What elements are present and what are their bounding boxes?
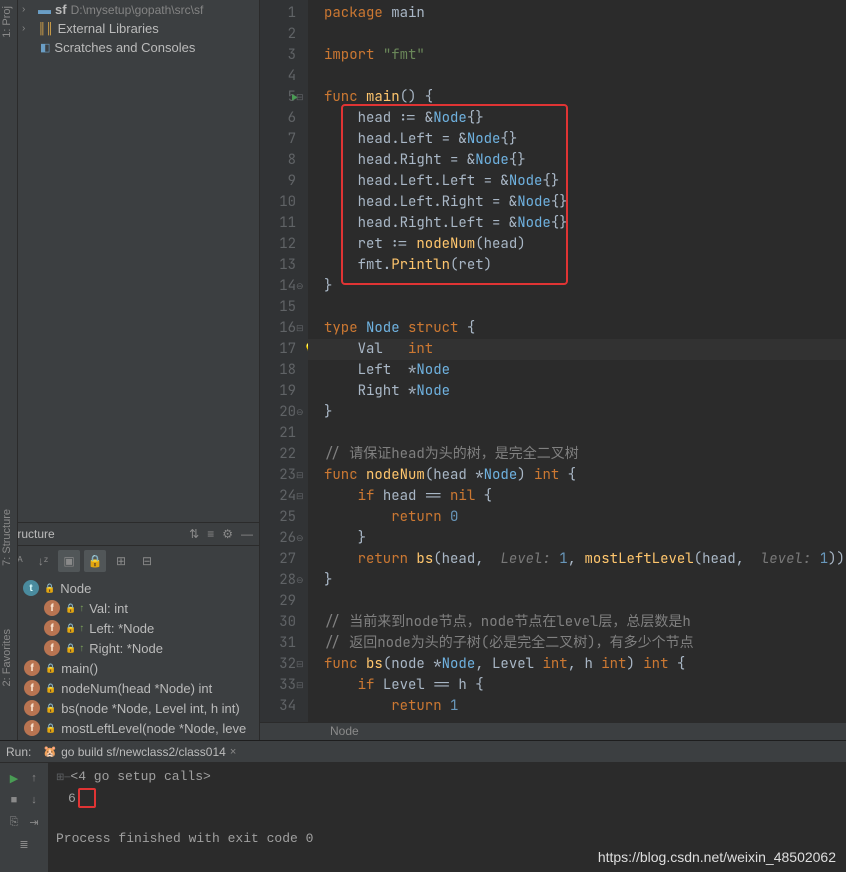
- libraries-icon: ║║: [38, 23, 54, 35]
- tab-favorites[interactable]: 2: Favorites: [0, 625, 14, 690]
- structure-item[interactable]: f🔒nodeNum(head *Node) int: [6, 678, 253, 698]
- minimize-icon[interactable]: —: [241, 527, 253, 541]
- collapse-button[interactable]: ⊟: [136, 550, 158, 572]
- structure-item[interactable]: f🔒↑Left: *Node: [6, 618, 253, 638]
- go-icon: 🐹: [43, 745, 57, 758]
- root-name: sf: [55, 2, 67, 17]
- exit-message: Process finished with exit code 0: [56, 829, 838, 849]
- chevron-right-icon: ›: [22, 23, 34, 34]
- external-libraries[interactable]: › ║║ External Libraries: [18, 19, 259, 38]
- down-button[interactable]: ↓: [25, 791, 43, 809]
- filter-fields-button[interactable]: ▣: [58, 550, 80, 572]
- breadcrumb[interactable]: Node: [260, 722, 846, 740]
- stop-button[interactable]: ■: [5, 791, 23, 809]
- gutter[interactable]: 12345▶67891011121314151617💡1819202122232…: [260, 0, 308, 740]
- structure-item[interactable]: f🔒bs(node *Node, Level int, h int): [6, 698, 253, 718]
- run-tab[interactable]: 🐹 go build sf/newclass2/class014 ×: [37, 745, 242, 759]
- chevron-right-icon: ›: [22, 4, 34, 15]
- layout-button[interactable]: ≣: [15, 835, 33, 853]
- structure-tree[interactable]: ⌄t🔒Nodef🔒↑Val: intf🔒↑Left: *Nodef🔒↑Right…: [0, 576, 259, 740]
- output-value: 6: [56, 789, 838, 809]
- structure-item[interactable]: f🔒↑Val: int: [6, 598, 253, 618]
- scratches[interactable]: ◧ Scratches and Consoles: [18, 38, 259, 57]
- structure-item[interactable]: f🔒mostLeftLevel(node *Node, leve: [6, 718, 253, 738]
- sort-alpha-icon[interactable]: ⇅: [189, 527, 199, 541]
- up-button[interactable]: ↑: [25, 769, 43, 787]
- wrap-button[interactable]: ⇥: [25, 813, 43, 831]
- run-label: Run:: [6, 745, 31, 759]
- root-path: D:\mysetup\gopath\src\sf: [71, 3, 204, 17]
- tab-project[interactable]: 1: Proj: [0, 2, 14, 42]
- scratches-icon: ◧: [40, 41, 50, 54]
- structure-item[interactable]: f🔒main(): [6, 658, 253, 678]
- project-root[interactable]: › ▬ sf D:\mysetup\gopath\src\sf: [18, 0, 259, 19]
- watermark: https://blog.csdn.net/weixin_48502062: [598, 849, 836, 865]
- gear-icon[interactable]: ⚙: [222, 527, 233, 541]
- expand-button[interactable]: ⊞: [110, 550, 132, 572]
- structure-item[interactable]: ⌄t🔒Node: [6, 578, 253, 598]
- dump-button[interactable]: ⎘: [5, 813, 23, 831]
- tab-structure[interactable]: 7: Structure: [0, 505, 14, 570]
- tool-window-strip: 1: Proj 7: Structure 2: Favorites: [0, 0, 18, 740]
- structure-toolbar: ↓ᴬ ↓ᶻ ▣ 🔒 ⊞ ⊟: [0, 546, 259, 576]
- project-tree[interactable]: › ▬ sf D:\mysetup\gopath\src\sf › ║║ Ext…: [0, 0, 259, 522]
- code-area[interactable]: package mainimport "fmt"⊟func main() { h…: [308, 0, 846, 740]
- code-editor[interactable]: 12345▶67891011121314151617💡1819202122232…: [260, 0, 846, 740]
- folder-icon: ▬: [38, 2, 51, 17]
- close-icon[interactable]: ×: [230, 746, 236, 758]
- filter-lock-button[interactable]: 🔒: [84, 550, 106, 572]
- structure-item[interactable]: f🔒↑Right: *Node: [6, 638, 253, 658]
- run-controls: ▶↑ ■↓ ⎘⇥ ≣: [0, 763, 48, 872]
- sort-icon[interactable]: ≡: [207, 527, 214, 541]
- sort-desc-button[interactable]: ↓ᶻ: [32, 550, 54, 572]
- structure-panel: Structure ⇅ ≡ ⚙ — ↓ᴬ ↓ᶻ ▣ 🔒 ⊞ ⊟ ⌄t🔒Nodef…: [0, 522, 259, 740]
- rerun-button[interactable]: ▶: [5, 769, 23, 787]
